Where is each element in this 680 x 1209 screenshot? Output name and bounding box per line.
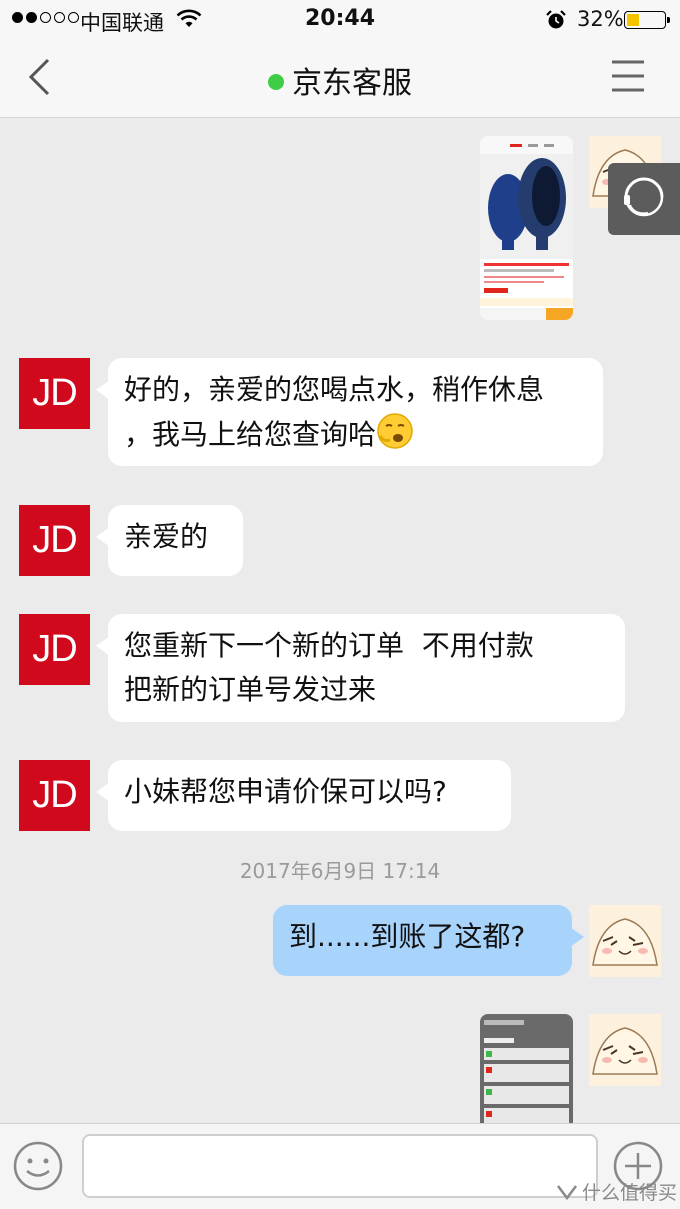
user-avatar[interactable] — [589, 905, 661, 977]
customer-service-float-button[interactable] — [608, 163, 680, 235]
agent-avatar[interactable]: JD — [19, 614, 90, 685]
status-bar: 中国联通 20:44 32% — [0, 0, 680, 40]
watermark-logo-icon — [556, 1182, 578, 1207]
nav-bar: 京东客服 — [0, 40, 680, 118]
message-text-line: 把新的订单号发过来 — [124, 673, 377, 706]
image-message-notification[interactable] — [480, 1014, 573, 1123]
alarm-clock-icon — [545, 9, 567, 36]
battery-percent: 32% — [577, 7, 624, 31]
page-title: 京东客服 — [292, 66, 412, 101]
message-text-line: 亲爱的 — [124, 520, 209, 553]
message-bubble-agent[interactable]: 您重新下一个新的订单 不用付款 把新的订单号发过来 — [96, 614, 625, 722]
message-text-line: 您重新下一个新的订单 不用付款 — [124, 629, 534, 662]
image-message-product[interactable] — [480, 136, 573, 320]
watermark: 什么值得买 — [556, 1178, 677, 1207]
battery-icon — [624, 11, 670, 29]
message-timestamp: 2017年6月9日 17:14 — [239, 859, 441, 883]
message-bubble-agent[interactable]: 小妹帮您申请价保可以吗? — [96, 760, 511, 831]
headset-icon — [618, 171, 670, 227]
emoji-icon[interactable] — [12, 1140, 64, 1196]
online-status-dot — [268, 74, 284, 90]
yawning-emoji-icon — [376, 412, 414, 463]
menu-icon[interactable] — [610, 58, 646, 98]
message-bubble-agent[interactable]: 好的，亲爱的您喝点水，稍作休息 ，我马上给您查询哈 — [96, 358, 603, 466]
agent-avatar[interactable]: JD — [19, 505, 90, 576]
message-text-line: 好的，亲爱的您喝点水，稍作休息 — [124, 373, 545, 406]
agent-avatar[interactable]: JD — [19, 358, 90, 429]
message-input[interactable] — [82, 1134, 598, 1198]
message-text-line: 到......到账了这都? — [289, 920, 526, 953]
user-avatar[interactable] — [589, 1014, 661, 1086]
message-text-line: 小妹帮您申请价保可以吗? — [124, 775, 447, 808]
message-text-line: ，我马上给您查询哈 — [124, 412, 587, 463]
message-bubble-user[interactable]: 到......到账了这都? — [273, 905, 584, 976]
message-bubble-agent[interactable]: 亲爱的 — [96, 505, 243, 576]
nav-title: 京东客服 — [0, 58, 680, 102]
agent-avatar[interactable]: JD — [19, 760, 90, 831]
